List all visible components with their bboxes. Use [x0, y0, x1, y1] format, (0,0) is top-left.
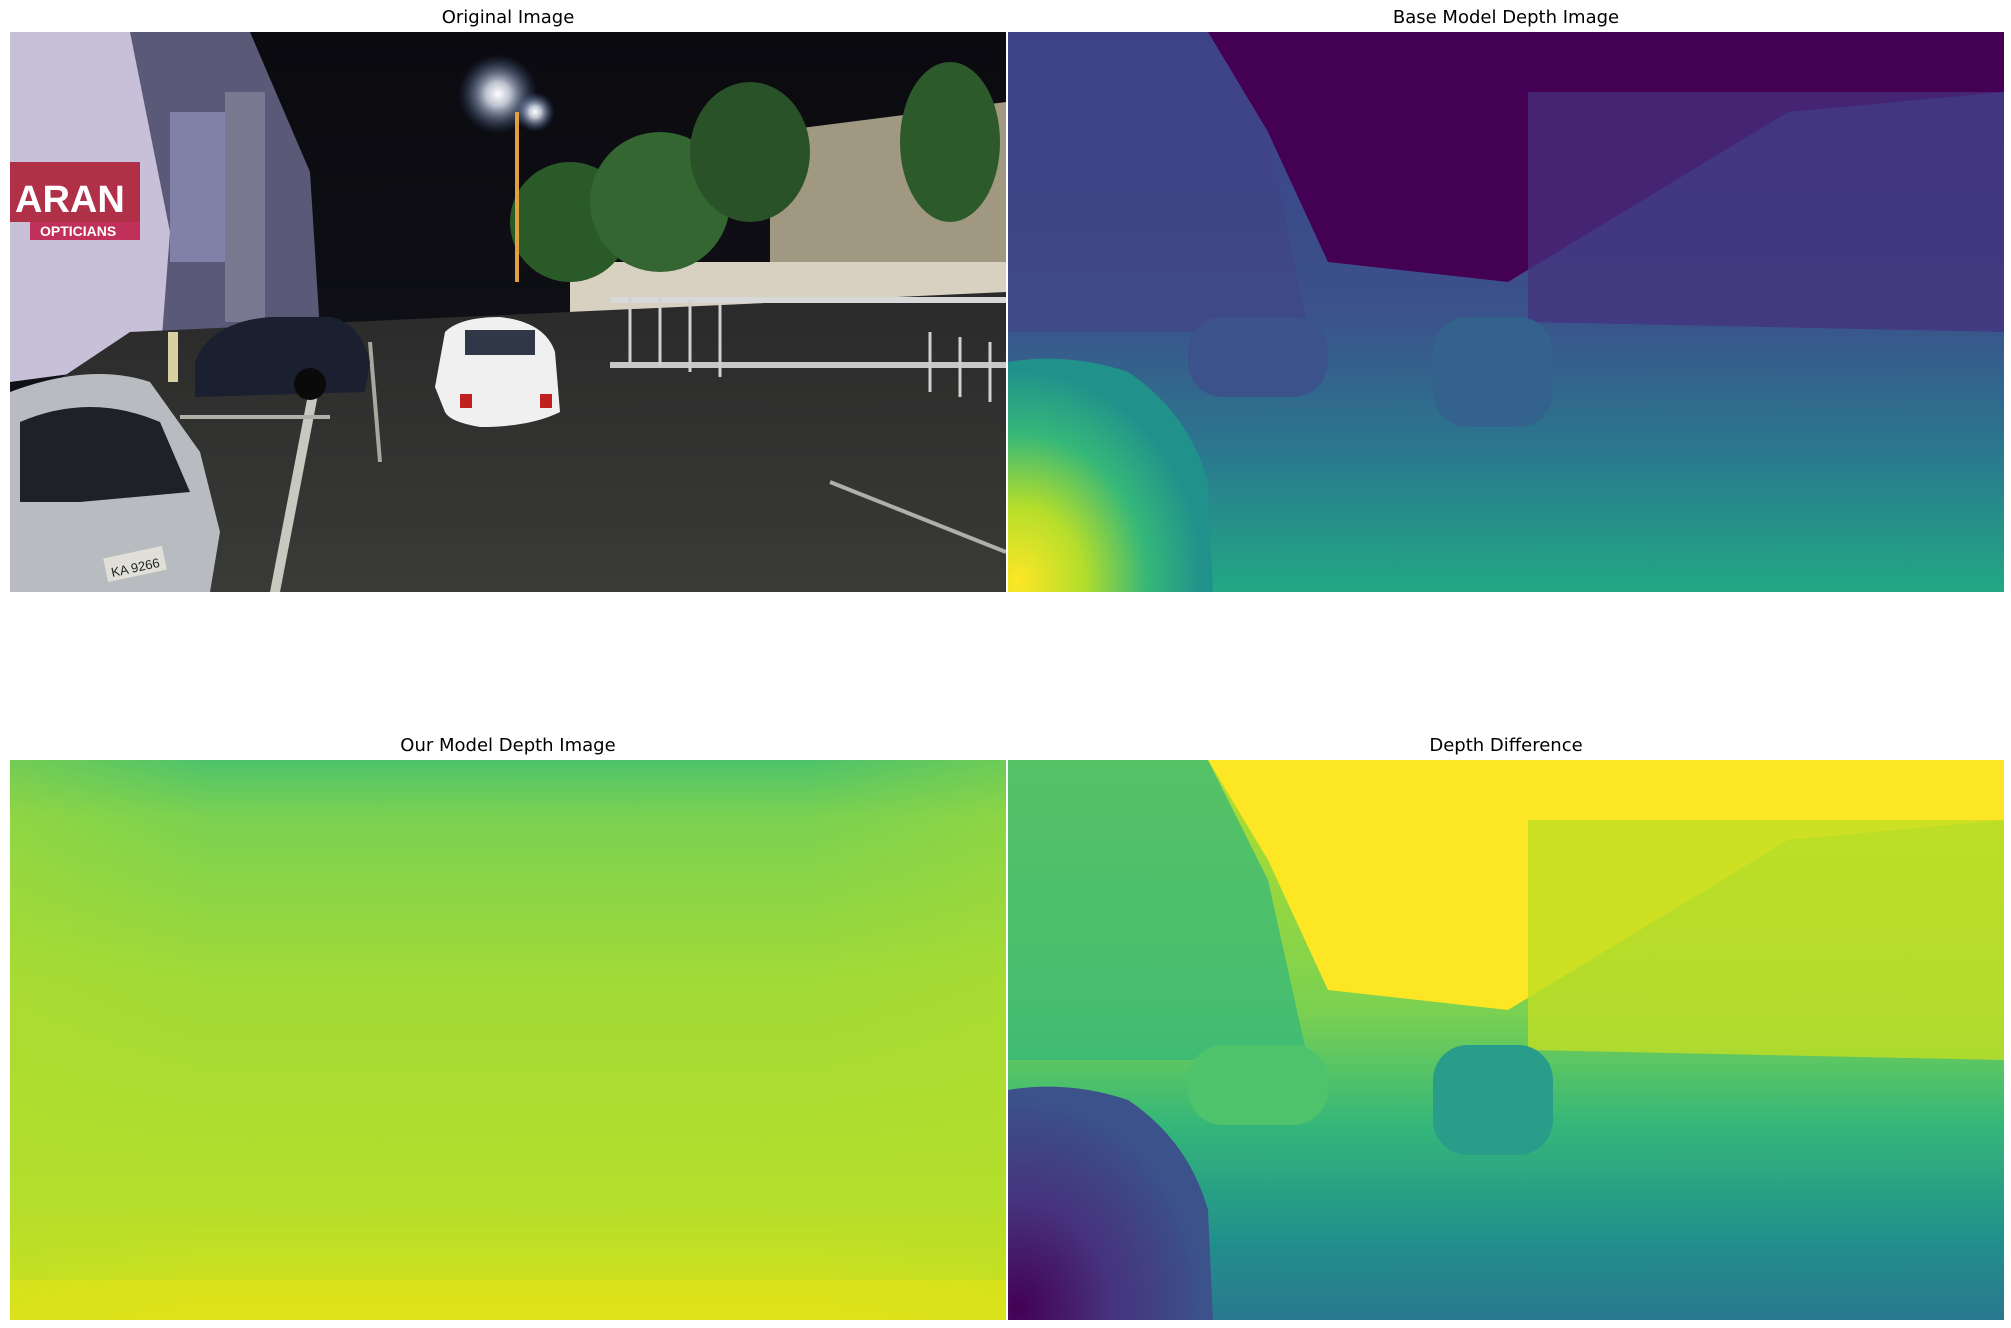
panel-our-depth: Our Model Depth Image	[10, 735, 1006, 1320]
panel-depth-difference: Depth Difference	[1008, 735, 2004, 1320]
panel-title-depth-difference: Depth Difference	[1429, 735, 1583, 756]
panel-original: Original Image ARAN OPTICIANS KA 9266	[10, 7, 1006, 592]
original-photo: ARAN OPTICIANS KA 9266	[10, 32, 1006, 592]
shop-sign-text: ARAN	[15, 179, 125, 221]
panel-title-original: Original Image	[441, 7, 575, 28]
our-depth-map	[10, 760, 1006, 1320]
panel-base-depth: Base Model Depth Image	[1008, 7, 2004, 592]
shop-sub-text: OPTICIANS	[40, 223, 116, 239]
panel-title-base-depth: Base Model Depth Image	[1392, 7, 1620, 28]
depth-difference-map	[1008, 760, 2004, 1320]
base-depth-map	[1008, 32, 2004, 592]
panel-title-our-depth: Our Model Depth Image	[400, 735, 616, 756]
